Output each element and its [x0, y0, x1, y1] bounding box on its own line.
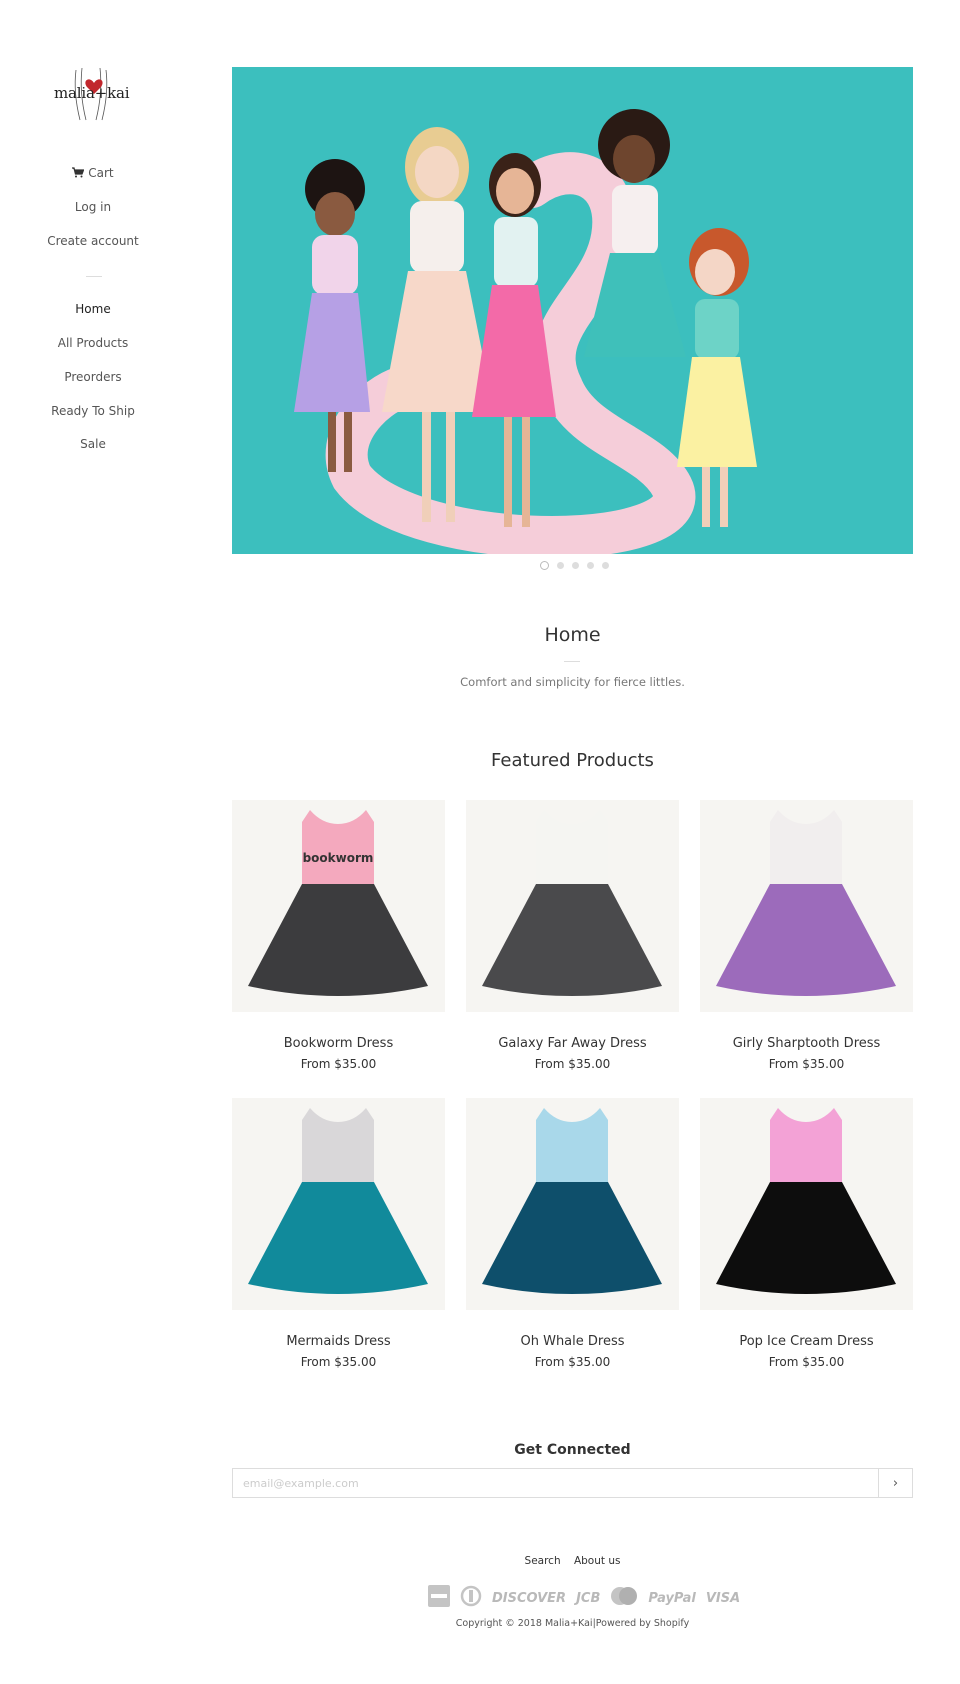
hero-image: [232, 67, 913, 554]
payment-icons: DISCOVER JCB PayPal VISA: [428, 1585, 740, 1611]
store-name-link[interactable]: Malia+Kai: [545, 1618, 593, 1629]
product-title: Bookworm Dress: [283, 1036, 394, 1051]
dress-icecream-image: [700, 1098, 913, 1310]
slide-dot-2[interactable]: [557, 562, 564, 569]
product-title: Mermaids Dress: [286, 1334, 391, 1349]
svg-text:bookworm: bookworm: [303, 851, 374, 865]
powered-by-link[interactable]: Powered by Shopify: [596, 1618, 689, 1629]
product-price: From $35.00: [300, 1057, 377, 1071]
login-link[interactable]: Log in: [0, 200, 186, 214]
nav-item-all-products[interactable]: All Products: [0, 336, 186, 350]
dress-sharptooth-image: [700, 800, 913, 1012]
title-divider: [564, 661, 580, 662]
nav-item-ready-to-ship[interactable]: Ready To Ship: [0, 404, 186, 418]
copyright-text: Copyright © 2018: [455, 1618, 542, 1629]
brand-logo[interactable]: malia+kai: [46, 66, 142, 122]
product-title: Galaxy Far Away Dress: [498, 1036, 647, 1051]
discover-icon: DISCOVER: [492, 1590, 567, 1606]
page-subtitle: Comfort and simplicity for fierce little…: [460, 675, 685, 689]
nav-item-home[interactable]: Home: [0, 302, 186, 316]
jcb-icon: JCB: [576, 1590, 601, 1606]
slide-dot-4[interactable]: [587, 562, 594, 569]
copyright: Copyright © 2018 Malia+Kai|Powered by Sh…: [232, 1618, 913, 1629]
footer-link-about[interactable]: About us: [574, 1555, 621, 1567]
sidebar-divider: [86, 276, 102, 277]
nav-item-preorders[interactable]: Preorders: [0, 370, 186, 384]
cart-link[interactable]: Cart: [0, 166, 186, 181]
footer-link-search[interactable]: Search: [525, 1555, 561, 1567]
cart-label: Cart: [88, 166, 114, 180]
product-title: Girly Sharptooth Dress: [732, 1036, 881, 1051]
slide-dot-5[interactable]: [602, 562, 609, 569]
page-title: Home: [544, 624, 601, 646]
product-price: From $35.00: [534, 1355, 611, 1369]
product-title: Pop Ice Cream Dress: [739, 1334, 874, 1349]
product-title: Oh Whale Dress: [520, 1334, 625, 1349]
footer-links: Search About us: [232, 1555, 913, 1567]
visa-icon: VISA: [705, 1590, 741, 1606]
email-input[interactable]: [233, 1469, 878, 1497]
diners-icon: [460, 1585, 482, 1611]
create-account-link[interactable]: Create account: [0, 234, 186, 248]
featured-title: Featured Products: [491, 750, 654, 771]
newsletter-title: Get Connected: [514, 1442, 631, 1458]
slide-dot-3[interactable]: [572, 562, 579, 569]
dress-bookworm-image: bookworm: [232, 800, 445, 1012]
dress-whale-image: [466, 1098, 679, 1310]
dress-mermaids-image: [232, 1098, 445, 1310]
subscribe-button[interactable]: ›: [878, 1469, 912, 1497]
product-price: From $35.00: [768, 1355, 845, 1369]
amex-icon: [428, 1585, 450, 1611]
logo-text: malia+kai: [54, 84, 130, 102]
nav-item-sale[interactable]: Sale: [0, 437, 186, 451]
hero-slideshow[interactable]: [232, 67, 913, 554]
product-price: From $35.00: [300, 1355, 377, 1369]
mastercard-icon: [610, 1586, 638, 1610]
slide-dot-1[interactable]: [540, 561, 549, 570]
paypal-icon: PayPal: [648, 1590, 696, 1606]
cart-icon: [72, 167, 85, 181]
newsletter-form: ›: [232, 1468, 913, 1498]
slideshow-dots: [540, 561, 609, 570]
product-price: From $35.00: [534, 1057, 611, 1071]
product-price: From $35.00: [768, 1057, 845, 1071]
dress-galaxy-image: [466, 800, 679, 1012]
